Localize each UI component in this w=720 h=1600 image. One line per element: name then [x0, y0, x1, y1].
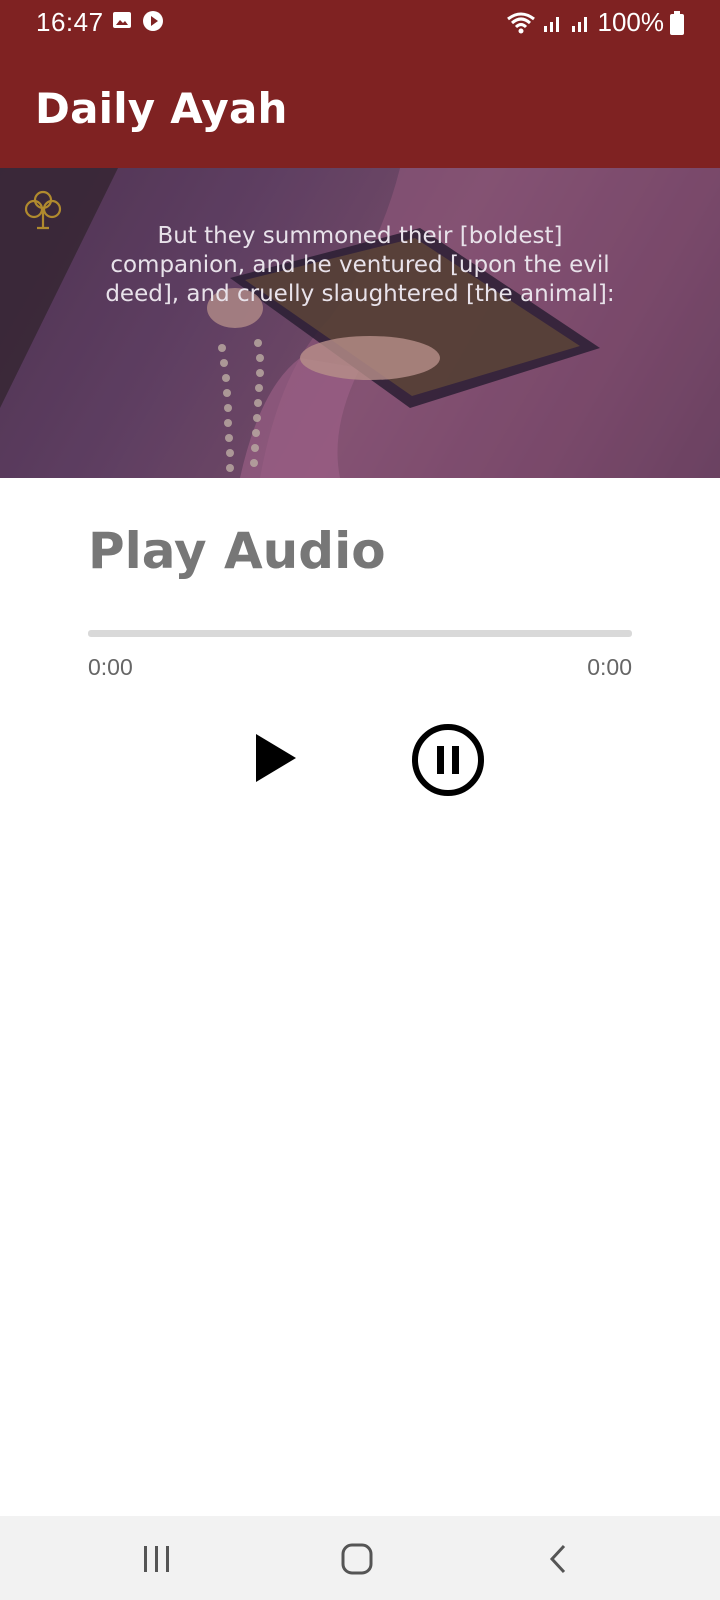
- status-time: 16:47: [36, 7, 104, 37]
- current-time: 0:00: [88, 654, 133, 680]
- home-icon[interactable]: [338, 1542, 378, 1576]
- signal-icon: [571, 16, 587, 32]
- wifi-icon: [506, 12, 535, 33]
- play-icon: [256, 734, 296, 782]
- audio-seek-bar[interactable]: [88, 630, 632, 637]
- play-button[interactable]: [248, 728, 304, 788]
- ayah-text: But they summoned their [boldest] compan…: [105, 223, 615, 307]
- signal-icon: [543, 16, 559, 32]
- banner-image: [0, 168, 720, 478]
- battery-icon: [670, 10, 684, 35]
- app-bar: Daily Ayah: [0, 44, 720, 168]
- app-notification-icon: [143, 11, 163, 31]
- app-title: Daily Ayah: [35, 84, 288, 133]
- status-bar: 16:47 100%: [0, 0, 720, 44]
- pause-button[interactable]: [410, 722, 486, 798]
- system-nav-bar: [0, 1516, 720, 1600]
- total-time: 0:00: [587, 654, 632, 680]
- pause-circle-icon: [412, 724, 484, 796]
- back-icon[interactable]: [540, 1542, 580, 1576]
- ayah-banner: But they summoned their [boldest] compan…: [0, 168, 720, 478]
- gallery-icon: [113, 12, 131, 28]
- ornament-logo-icon: [24, 190, 62, 230]
- battery-percent: 100%: [597, 7, 665, 37]
- status-notification-icons: [112, 10, 164, 32]
- status-system-icons: 100%: [506, 7, 684, 38]
- recent-apps-icon[interactable]: [137, 1542, 177, 1576]
- play-audio-heading: Play Audio: [88, 522, 386, 580]
